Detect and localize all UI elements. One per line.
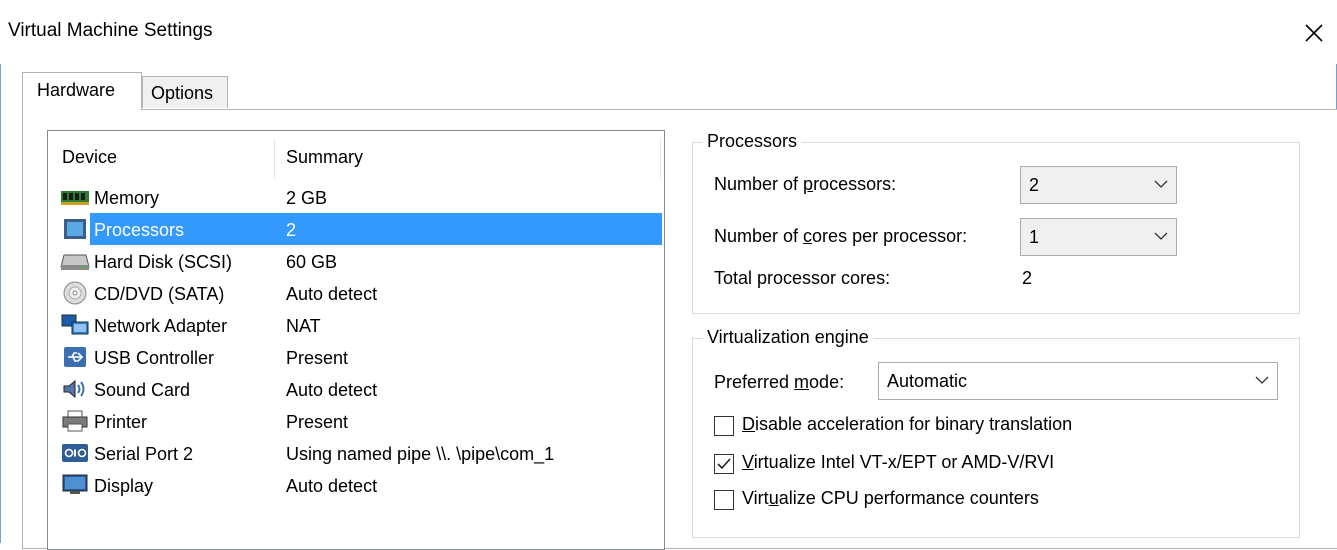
device-summary: Auto detect xyxy=(286,380,378,400)
chevron-down-icon xyxy=(1154,232,1168,240)
device-row-memory[interactable]: Memory 2 GB xyxy=(48,181,664,213)
virtualize-vtx-checkbox[interactable] xyxy=(714,454,734,474)
network-adapter-icon xyxy=(60,313,90,337)
preferred-mode-value: Automatic xyxy=(887,371,968,391)
num-processors-select[interactable]: 2 xyxy=(1020,166,1177,204)
virtualize-perf-counters-label: Virtualize CPU performance counters xyxy=(742,488,1039,508)
device-row-serial-port[interactable]: Serial Port 2 Using named pipe \\. \pipe… xyxy=(48,437,664,469)
device-list[interactable]: Device Summary Memory 2 GB Processors 2 … xyxy=(47,130,665,550)
window-title: Virtual Machine Settings xyxy=(8,20,213,41)
column-divider[interactable] xyxy=(274,139,275,179)
column-header-summary[interactable]: Summary xyxy=(286,147,363,168)
virtualization-group-title: Virtualization engine xyxy=(703,327,873,348)
preferred-mode-select[interactable]: Automatic xyxy=(878,362,1278,400)
device-summary: Present xyxy=(286,348,349,368)
tab-hardware[interactable]: Hardware xyxy=(22,72,142,110)
tab-options[interactable]: Options xyxy=(142,76,228,108)
memory-icon xyxy=(60,185,90,209)
device-name: Processors xyxy=(94,220,185,240)
virtualize-perf-counters-checkbox[interactable] xyxy=(714,490,734,510)
preferred-mode-label: Preferred mode: xyxy=(714,372,845,392)
close-icon xyxy=(1305,24,1323,42)
device-row-usb-controller[interactable]: USB Controller Present xyxy=(48,341,664,373)
device-summary: NAT xyxy=(286,316,321,336)
column-header-device[interactable]: Device xyxy=(62,147,117,168)
device-name: USB Controller xyxy=(94,348,215,368)
device-name: CD/DVD (SATA) xyxy=(94,284,225,304)
device-name: Memory xyxy=(94,188,160,208)
cores-per-processor-select[interactable]: 1 xyxy=(1020,218,1177,256)
checkmark-icon xyxy=(717,458,731,470)
cores-per-processor-label: Number of cores per processor: xyxy=(714,226,968,246)
device-row-network-adapter[interactable]: Network Adapter NAT xyxy=(48,309,664,341)
close-button[interactable] xyxy=(1291,10,1337,56)
processor-icon xyxy=(60,217,90,241)
processors-group-title: Processors xyxy=(703,131,802,152)
num-processors-value: 2 xyxy=(1029,175,1040,195)
device-name: Sound Card xyxy=(94,380,191,400)
total-cores-value: 2 xyxy=(1022,268,1033,288)
hard-disk-icon xyxy=(60,249,90,273)
display-icon xyxy=(60,473,90,497)
printer-icon xyxy=(60,409,90,433)
device-name: Serial Port 2 xyxy=(94,444,194,464)
cd-dvd-icon xyxy=(60,281,90,305)
total-cores-label: Total processor cores: xyxy=(714,268,891,288)
device-row-hard-disk[interactable]: Hard Disk (SCSI) 60 GB xyxy=(48,245,664,277)
device-name: Hard Disk (SCSI) xyxy=(94,252,233,272)
cores-per-processor-value: 1 xyxy=(1029,227,1040,247)
disable-acceleration-checkbox[interactable] xyxy=(714,416,734,436)
device-summary: Auto detect xyxy=(286,476,378,496)
device-row-printer[interactable]: Printer Present xyxy=(48,405,664,437)
chevron-down-icon xyxy=(1255,376,1269,384)
title-bar: Virtual Machine Settings xyxy=(0,0,1337,64)
device-summary: Using named pipe \\. \pipe\com_1 xyxy=(286,444,555,464)
device-name: Display xyxy=(94,476,154,496)
device-name: Network Adapter xyxy=(94,316,228,336)
device-summary: 2 xyxy=(286,220,297,240)
column-divider[interactable] xyxy=(660,139,661,179)
sound-card-icon xyxy=(60,377,90,401)
disable-acceleration-label: Disable acceleration for binary translat… xyxy=(742,414,1073,434)
device-row-cd-dvd[interactable]: CD/DVD (SATA) Auto detect xyxy=(48,277,664,309)
device-summary: Present xyxy=(286,412,349,432)
device-summary: Auto detect xyxy=(286,284,378,304)
num-processors-label: Number of processors: xyxy=(714,174,897,194)
usb-icon xyxy=(60,345,90,369)
device-name: Printer xyxy=(94,412,148,432)
serial-port-icon xyxy=(60,441,90,465)
device-summary: 60 GB xyxy=(286,252,338,272)
device-row-sound-card[interactable]: Sound Card Auto detect xyxy=(48,373,664,405)
device-row-display[interactable]: Display Auto detect xyxy=(48,469,664,501)
virtualize-vtx-label: Virtualize Intel VT-x/EPT or AMD-V/RVI xyxy=(742,452,1055,472)
chevron-down-icon xyxy=(1154,180,1168,188)
device-row-processors[interactable]: Processors 2 xyxy=(48,213,664,245)
list-header: Device Summary xyxy=(48,131,664,183)
device-summary: 2 GB xyxy=(286,188,328,208)
